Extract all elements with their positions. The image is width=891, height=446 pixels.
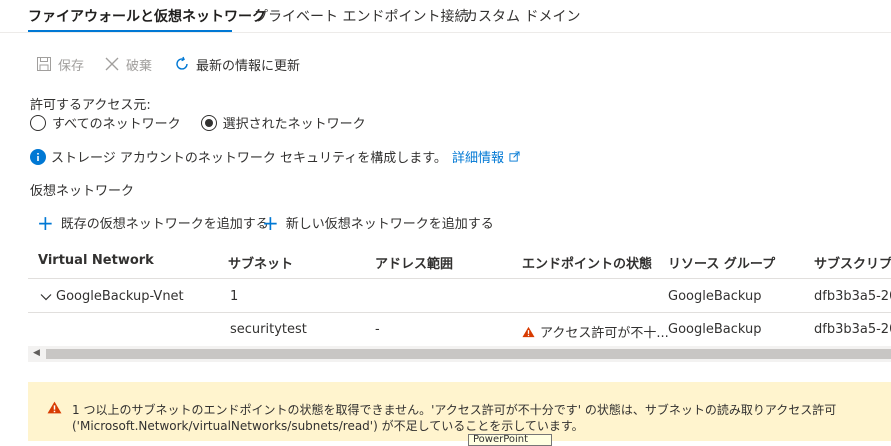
- scrollbar-thumb[interactable]: [46, 349, 891, 359]
- table-row-vnet-cell[interactable]: GoogleBackup-Vnet: [40, 289, 184, 304]
- chevron-down-icon[interactable]: [40, 291, 52, 303]
- warning-line-2: ('Microsoft.Network/virtualNetworks/subn…: [72, 419, 584, 433]
- column-header-vnet[interactable]: Virtual Network: [38, 253, 154, 268]
- tab-divider: [0, 32, 891, 33]
- table-cell-endpoint-status: アクセス許可が不十...: [522, 322, 669, 341]
- scroll-left-icon[interactable]: ◀: [33, 348, 40, 358]
- warning-icon: [47, 401, 62, 414]
- vnet-name: GoogleBackup-Vnet: [56, 289, 184, 304]
- refresh-button[interactable]: 最新の情報に更新: [174, 54, 300, 74]
- column-header-resource-group[interactable]: リソース グループ: [668, 253, 775, 272]
- radio-all-networks[interactable]: [30, 114, 46, 131]
- warning-icon: [522, 326, 535, 337]
- tab-custom-domain[interactable]: カスタム ドメイン: [464, 6, 580, 26]
- table-cell-resource-group: GoogleBackup: [668, 289, 762, 304]
- tooltip: PowerPoint: [468, 434, 552, 446]
- save-label: 保存: [58, 58, 85, 74]
- endpoint-status-text: アクセス許可が不十...: [540, 326, 669, 341]
- learn-more-link[interactable]: 詳細情報: [452, 147, 504, 166]
- radio-selected-networks[interactable]: [200, 114, 217, 131]
- table-cell-subnet: securitytest: [230, 322, 307, 337]
- access-label: 許可するアクセス元:: [30, 98, 151, 113]
- refresh-label: 最新の情報に更新: [196, 58, 301, 74]
- plus-icon: +: [262, 210, 279, 235]
- discard-button[interactable]: 破棄: [104, 54, 152, 74]
- access-radio-group: すべてのネットワーク 選択されたネットワーク: [30, 113, 366, 132]
- save-button[interactable]: 保存: [36, 54, 84, 74]
- plus-icon: +: [37, 210, 54, 235]
- info-message: ストレージ アカウントのネットワーク セキュリティを構成します。 詳細情報: [30, 147, 520, 166]
- add-existing-vnet-button[interactable]: + 既存の仮想ネットワークを追加する: [37, 210, 269, 235]
- tab-private-endpoint[interactable]: プライベート エンドポイント接続: [254, 6, 468, 26]
- info-text: ストレージ アカウントのネットワーク セキュリティを構成します。: [51, 151, 447, 166]
- discard-label: 破棄: [126, 58, 153, 74]
- add-existing-vnet-label: 既存の仮想ネットワークを追加する: [60, 217, 269, 232]
- table-cell-subscription: dfb3b3a5-20: [814, 289, 891, 304]
- column-header-subnet[interactable]: サブネット: [228, 253, 293, 272]
- warning-line-1: 1 つ以上のサブネットのエンドポイントの状態を取得できません。'アクセス許可が不…: [72, 403, 837, 417]
- table-cell-subscription: dfb3b3a5-20: [814, 322, 891, 337]
- table-cell-resource-group: GoogleBackup: [668, 322, 762, 337]
- column-header-endpoint-status[interactable]: エンドポイントの状態: [522, 253, 652, 272]
- table-cell-address: -: [375, 322, 380, 337]
- info-icon: [30, 148, 46, 165]
- column-header-subscription[interactable]: サブスクリプシ: [814, 253, 891, 272]
- add-new-vnet-label: 新しい仮想ネットワークを追加する: [285, 217, 494, 232]
- vnet-section-title: 仮想ネットワーク: [30, 184, 135, 199]
- warning-message: 1 つ以上のサブネットのエンドポイントの状態を取得できません。'アクセス許可が不…: [72, 402, 836, 434]
- column-header-address[interactable]: アドレス範囲: [375, 253, 453, 272]
- add-new-vnet-button[interactable]: + 新しい仮想ネットワークを追加する: [262, 210, 494, 235]
- close-icon: [105, 57, 119, 71]
- table-row-divider: [28, 312, 891, 313]
- external-link-icon[interactable]: [509, 151, 520, 162]
- table-cell-subnet: 1: [230, 289, 239, 304]
- radio-all-networks-label: すべてのネットワーク: [52, 117, 181, 132]
- radio-selected-networks-label: 選択されたネットワーク: [222, 117, 366, 132]
- table-header-divider: [28, 278, 891, 279]
- tab-firewall-vnet[interactable]: ファイアウォールと仮想ネットワーク: [28, 6, 266, 26]
- refresh-icon: [176, 56, 188, 70]
- save-icon: [37, 57, 51, 71]
- radio-selected-dot: [204, 118, 213, 127]
- horizontal-scrollbar[interactable]: ◀: [28, 346, 891, 362]
